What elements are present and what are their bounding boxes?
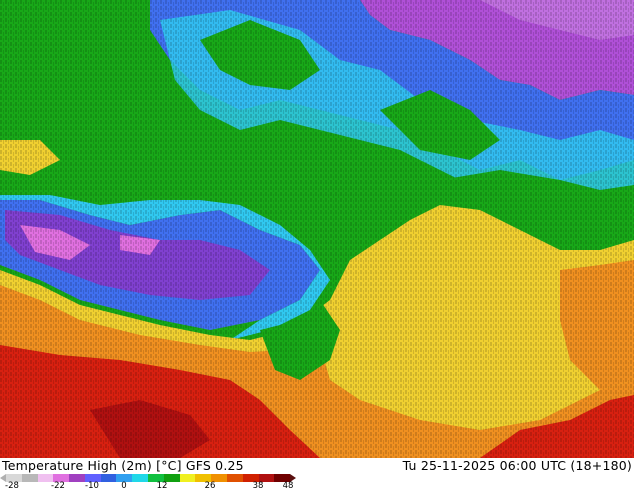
colorbar-segment bbox=[100, 474, 117, 482]
valid-time: Tu 25-11-2025 06:00 UTC (18+180) bbox=[402, 458, 632, 473]
map-title: Temperature High (2m) [°C] GFS 0.25 bbox=[2, 458, 244, 473]
contour-hatch-overlay bbox=[0, 0, 634, 458]
colorbar-segment bbox=[179, 474, 196, 482]
colorbar bbox=[6, 474, 291, 482]
map-footer: Temperature High (2m) [°C] GFS 0.25 Tu 2… bbox=[0, 458, 634, 491]
colorbar-segment bbox=[69, 474, 85, 482]
colorbar-segment bbox=[226, 474, 243, 482]
colorbar-segment bbox=[21, 474, 38, 482]
temperature-map bbox=[0, 0, 634, 458]
colorbar-segment bbox=[132, 474, 149, 482]
